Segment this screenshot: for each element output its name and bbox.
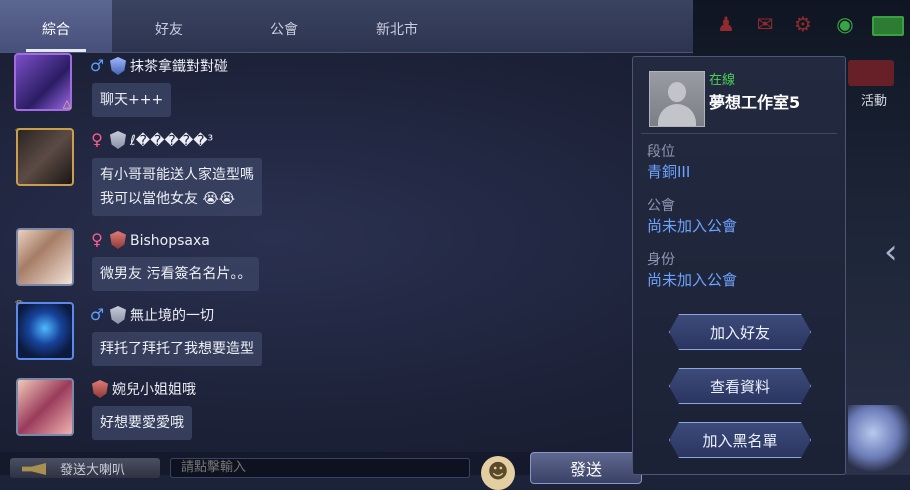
mail-icon[interactable]: ✉ (753, 12, 777, 36)
identity-label: 身份 (647, 252, 675, 268)
friends-icon[interactable]: ♟ (714, 12, 738, 36)
send-button[interactable]: 發送 (530, 452, 642, 484)
female-icon: ♀ (91, 130, 103, 149)
profile-popup: 在線 夢想工作室5 段位 青銅III 公會 尚未加入公會 身份 尚未加入公會 加… (632, 56, 846, 475)
message-text: 有小哥哥能送人家造型嗎 (100, 167, 254, 183)
activity-label[interactable]: 活動 (846, 90, 902, 109)
message-text: 拜托了拜托了我想要造型 (100, 341, 254, 357)
sender-name[interactable]: Bishopsaxa (130, 233, 210, 249)
message-text: 聊天+++ (100, 92, 164, 108)
message-bubble: 聊天+++ (92, 83, 172, 117)
avatar[interactable] (16, 302, 74, 360)
message-header: ♀ Bishopsaxa (88, 230, 210, 250)
rank-shield-icon (110, 306, 126, 324)
avatar[interactable] (16, 128, 74, 186)
rank-shield-icon (92, 380, 108, 398)
online-status: 在線 (709, 73, 736, 88)
message-header: ♂ 無止境的一切 (88, 305, 214, 325)
profile-avatar (649, 71, 705, 127)
divider (641, 133, 837, 134)
chat-input[interactable] (170, 458, 470, 478)
add-friend-button[interactable]: 加入好友 (669, 314, 811, 350)
emoji-icon[interactable]: ☻ (481, 456, 515, 490)
gear-icon[interactable]: ⚙ (791, 12, 815, 36)
profile-name: 夢想工作室5 (709, 93, 801, 112)
wifi-icon: ◉ (836, 12, 854, 36)
sender-name[interactable]: 婉兒小姐姐哦 (112, 382, 196, 398)
message-header: 婉兒小姐姐哦 (88, 380, 196, 400)
guild-value: 尚未加入公會 (647, 217, 738, 235)
message-bubble: 好想要愛愛哦 (92, 406, 192, 440)
chevron-left-icon[interactable]: ‹ (884, 232, 898, 272)
female-icon: ♀ (91, 230, 103, 249)
avatar[interactable] (16, 378, 74, 436)
sender-name[interactable]: 無止境的一切 (130, 308, 214, 324)
view-profile-button[interactable]: 查看資料 (669, 368, 811, 404)
rank-shield-icon (110, 57, 126, 75)
message-text: 我可以當他女友 😭😭 (100, 191, 236, 207)
message-bubble: 有小哥哥能送人家造型嗎 我可以當他女友 😭😭 (92, 158, 262, 216)
identity-value: 尚未加入公會 (647, 271, 738, 289)
message-text: 微男友 污看簽名名片。。 (100, 266, 252, 282)
male-icon: ♂ (89, 56, 105, 75)
hero-portrait (848, 405, 910, 475)
rank-shield-icon (110, 231, 126, 249)
message-bubble: 拜托了拜托了我想要造型 (92, 332, 262, 366)
message-header: ♀ ℓ�����³ (88, 130, 213, 150)
sender-name[interactable]: ℓ�����³ (130, 133, 213, 149)
male-icon: ♂ (89, 305, 105, 324)
message-bubble: 微男友 污看簽名名片。。 (92, 257, 260, 291)
rank-shield-icon (110, 131, 126, 149)
tab-general[interactable]: 綜合 (0, 0, 112, 52)
rank-label: 段位 (647, 144, 675, 160)
chat-tab-bar: 綜合 好友 公會 新北市 (0, 0, 693, 53)
tab-guild[interactable]: 公會 (226, 0, 342, 52)
guild-label: 公會 (647, 198, 675, 214)
sender-name[interactable]: 抹茶拿鐵對對碰 (130, 59, 228, 75)
battery-icon (872, 16, 904, 36)
tab-region[interactable]: 新北市 (342, 0, 452, 52)
tab-friends[interactable]: 好友 (112, 0, 226, 52)
add-blacklist-button[interactable]: 加入黑名單 (669, 422, 811, 458)
rank-badge-icon: △ (62, 97, 72, 110)
message-text: 好想要愛愛哦 (100, 415, 184, 431)
rank-value: 青銅III (647, 163, 691, 181)
message-header: ♂ 抹茶拿鐵對對碰 (88, 56, 228, 76)
gift-box-icon[interactable] (848, 60, 894, 86)
avatar[interactable] (16, 228, 74, 286)
